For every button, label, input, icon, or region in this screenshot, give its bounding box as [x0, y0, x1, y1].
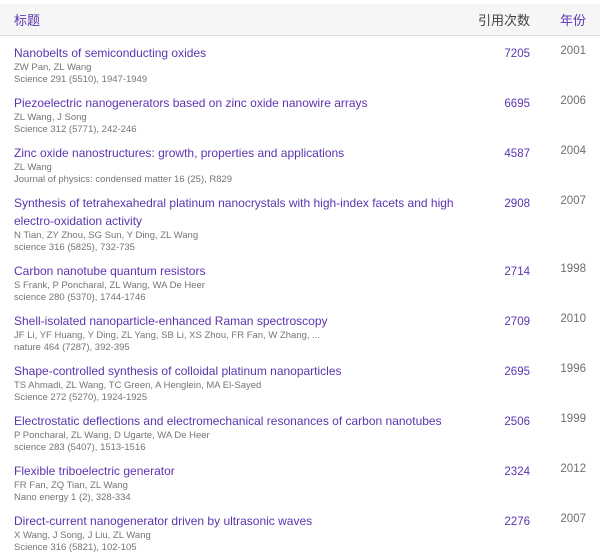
cited-by-cell: 2324 — [460, 462, 530, 480]
cited-by-count-link[interactable]: 2695 — [504, 366, 530, 378]
publication-title-block: Carbon nanotube quantum resistors — [14, 262, 460, 280]
publication-title-link[interactable]: Carbon nanotube quantum resistors — [14, 264, 205, 278]
cited-by-count-link[interactable]: 2714 — [504, 266, 530, 278]
table-header: 标题 引用次数 年份 — [0, 4, 600, 36]
publication-venue: science 316 (5825), 732-735 — [14, 242, 135, 253]
publication-title-link[interactable]: Zinc oxide nanostructures: growth, prope… — [14, 146, 344, 160]
cited-by-cell: 2709 — [460, 312, 530, 330]
cited-by-count-link[interactable]: 2908 — [504, 198, 530, 210]
column-header-year[interactable]: 年份 — [560, 13, 586, 28]
publication-venue: nature 464 (7287), 392-395 — [14, 342, 130, 353]
scholar-publications-table: 标题 引用次数 年份 Nanobelts of semiconducting o… — [0, 4, 600, 553]
publication-row: Shape-controlled synthesis of colloidal … — [0, 354, 600, 404]
publication-title-block: Nanobelts of semiconducting oxides — [14, 44, 460, 62]
publication-title-link[interactable]: Nanobelts of semiconducting oxides — [14, 46, 206, 60]
publication-year: 1998 — [560, 263, 586, 275]
publication-title-block: Piezoelectric nanogenerators based on zi… — [14, 94, 460, 112]
publication-title-link[interactable]: Flexible triboelectric generator — [14, 464, 175, 478]
publication-title-link[interactable]: Electrostatic deflections and electromec… — [14, 414, 442, 428]
publication-venue: science 283 (5407), 1513-1516 — [14, 442, 146, 453]
publication-year: 2007 — [560, 513, 586, 525]
cited-by-cell: 2506 — [460, 412, 530, 430]
publication-main-cell: Shape-controlled synthesis of colloidal … — [14, 362, 460, 404]
publication-main-cell: Synthesis of tetrahexahedral platinum na… — [14, 194, 460, 254]
publication-year: 1999 — [560, 413, 586, 425]
publication-row: Zinc oxide nanostructures: growth, prope… — [0, 136, 600, 186]
publication-row: Electrostatic deflections and electromec… — [0, 404, 600, 454]
cited-by-cell: 4587 — [460, 144, 530, 162]
cited-by-count-link[interactable]: 2506 — [504, 416, 530, 428]
publication-main-cell: Direct-current nanogenerator driven by u… — [14, 512, 460, 554]
publication-authors: FR Fan, ZQ Tian, ZL Wang — [14, 480, 128, 491]
publication-row: Direct-current nanogenerator driven by u… — [0, 504, 600, 554]
publication-main-cell: Nanobelts of semiconducting oxides ZW Pa… — [14, 44, 460, 86]
publication-authors: ZL Wang — [14, 162, 52, 173]
publication-main-cell: Flexible triboelectric generator FR Fan,… — [14, 462, 460, 504]
publication-title-block: Shell-isolated nanoparticle-enhanced Ram… — [14, 312, 460, 330]
cited-by-count-link[interactable]: 2324 — [504, 466, 530, 478]
column-header-year-cell: 年份 — [530, 10, 586, 29]
publication-venue: Science 272 (5270), 1924-1925 — [14, 392, 148, 403]
publication-title-link[interactable]: Synthesis of tetrahexahedral platinum na… — [14, 196, 454, 228]
publication-venue: Science 316 (5821), 102-105 — [14, 542, 137, 553]
publication-year: 2004 — [560, 145, 586, 157]
publication-authors: P Poncharal, ZL Wang, D Ugarte, WA De He… — [14, 430, 210, 441]
publication-year: 2001 — [560, 45, 586, 57]
publication-authors: TS Ahmadi, ZL Wang, TC Green, A Henglein… — [14, 380, 262, 391]
cited-by-cell: 7205 — [460, 44, 530, 62]
publication-row: Piezoelectric nanogenerators based on zi… — [0, 86, 600, 136]
publication-title-link[interactable]: Shell-isolated nanoparticle-enhanced Ram… — [14, 314, 328, 328]
publication-title-link[interactable]: Shape-controlled synthesis of colloidal … — [14, 364, 342, 378]
cited-by-count-link[interactable]: 2276 — [504, 516, 530, 528]
publication-year: 2007 — [560, 195, 586, 207]
cited-by-cell: 6695 — [460, 94, 530, 112]
publication-main-cell: Zinc oxide nanostructures: growth, prope… — [14, 144, 460, 186]
cited-by-count-link[interactable]: 2709 — [504, 316, 530, 328]
publication-authors: S Frank, P Poncharal, ZL Wang, WA De Hee… — [14, 280, 205, 291]
column-header-title[interactable]: 标题 — [14, 13, 40, 28]
publication-row: Carbon nanotube quantum resistors S Fran… — [0, 254, 600, 304]
publication-main-cell: Carbon nanotube quantum resistors S Fran… — [14, 262, 460, 304]
publication-title-block: Zinc oxide nanostructures: growth, prope… — [14, 144, 460, 162]
publication-authors: JF Li, YF Huang, Y Ding, ZL Yang, SB Li,… — [14, 330, 321, 341]
publication-authors: ZL Wang, J Song — [14, 112, 87, 123]
publication-title-link[interactable]: Piezoelectric nanogenerators based on zi… — [14, 96, 368, 110]
publication-title-link[interactable]: Direct-current nanogenerator driven by u… — [14, 514, 312, 528]
publication-venue: Nano energy 1 (2), 328-334 — [14, 492, 131, 503]
publication-year: 2012 — [560, 463, 586, 475]
cited-by-count-link[interactable]: 4587 — [504, 148, 530, 160]
publication-row: Nanobelts of semiconducting oxides ZW Pa… — [0, 36, 600, 86]
cited-by-cell: 2714 — [460, 262, 530, 280]
cited-by-cell: 2276 — [460, 512, 530, 530]
publication-title-block: Electrostatic deflections and electromec… — [14, 412, 460, 430]
publication-row: Synthesis of tetrahexahedral platinum na… — [0, 186, 600, 254]
column-header-title-cell: 标题 — [14, 10, 460, 29]
publication-list: Nanobelts of semiconducting oxides ZW Pa… — [0, 36, 600, 554]
cited-by-cell: 2908 — [460, 194, 530, 212]
column-header-cited-by[interactable]: 引用次数 — [478, 13, 530, 28]
publication-main-cell: Electrostatic deflections and electromec… — [14, 412, 460, 454]
cited-by-cell: 2695 — [460, 362, 530, 380]
cited-by-count-link[interactable]: 7205 — [504, 48, 530, 60]
publication-title-block: Shape-controlled synthesis of colloidal … — [14, 362, 460, 380]
publication-row: Flexible triboelectric generator FR Fan,… — [0, 454, 600, 504]
publication-title-block: Synthesis of tetrahexahedral platinum na… — [14, 194, 460, 230]
publication-venue: Science 291 (5510), 1947-1949 — [14, 74, 148, 85]
publication-title-block: Direct-current nanogenerator driven by u… — [14, 512, 460, 530]
publication-authors: N Tian, ZY Zhou, SG Sun, Y Ding, ZL Wang — [14, 230, 199, 241]
publication-venue: science 280 (5370), 1744-1746 — [14, 292, 146, 303]
publication-main-cell: Piezoelectric nanogenerators based on zi… — [14, 94, 460, 136]
publication-authors: X Wang, J Song, J Liu, ZL Wang — [14, 530, 151, 541]
publication-year: 2006 — [560, 95, 586, 107]
cited-by-count-link[interactable]: 6695 — [504, 98, 530, 110]
publication-year: 1996 — [560, 363, 586, 375]
publication-authors: ZW Pan, ZL Wang — [14, 62, 92, 73]
publication-venue: Journal of physics: condensed matter 16 … — [14, 174, 233, 185]
publication-year: 2010 — [560, 313, 586, 325]
publication-title-block: Flexible triboelectric generator — [14, 462, 460, 480]
publication-row: Shell-isolated nanoparticle-enhanced Ram… — [0, 304, 600, 354]
publication-main-cell: Shell-isolated nanoparticle-enhanced Ram… — [14, 312, 460, 354]
column-header-cited-by-cell: 引用次数 — [460, 10, 530, 29]
publication-venue: Science 312 (5771), 242-246 — [14, 124, 137, 135]
